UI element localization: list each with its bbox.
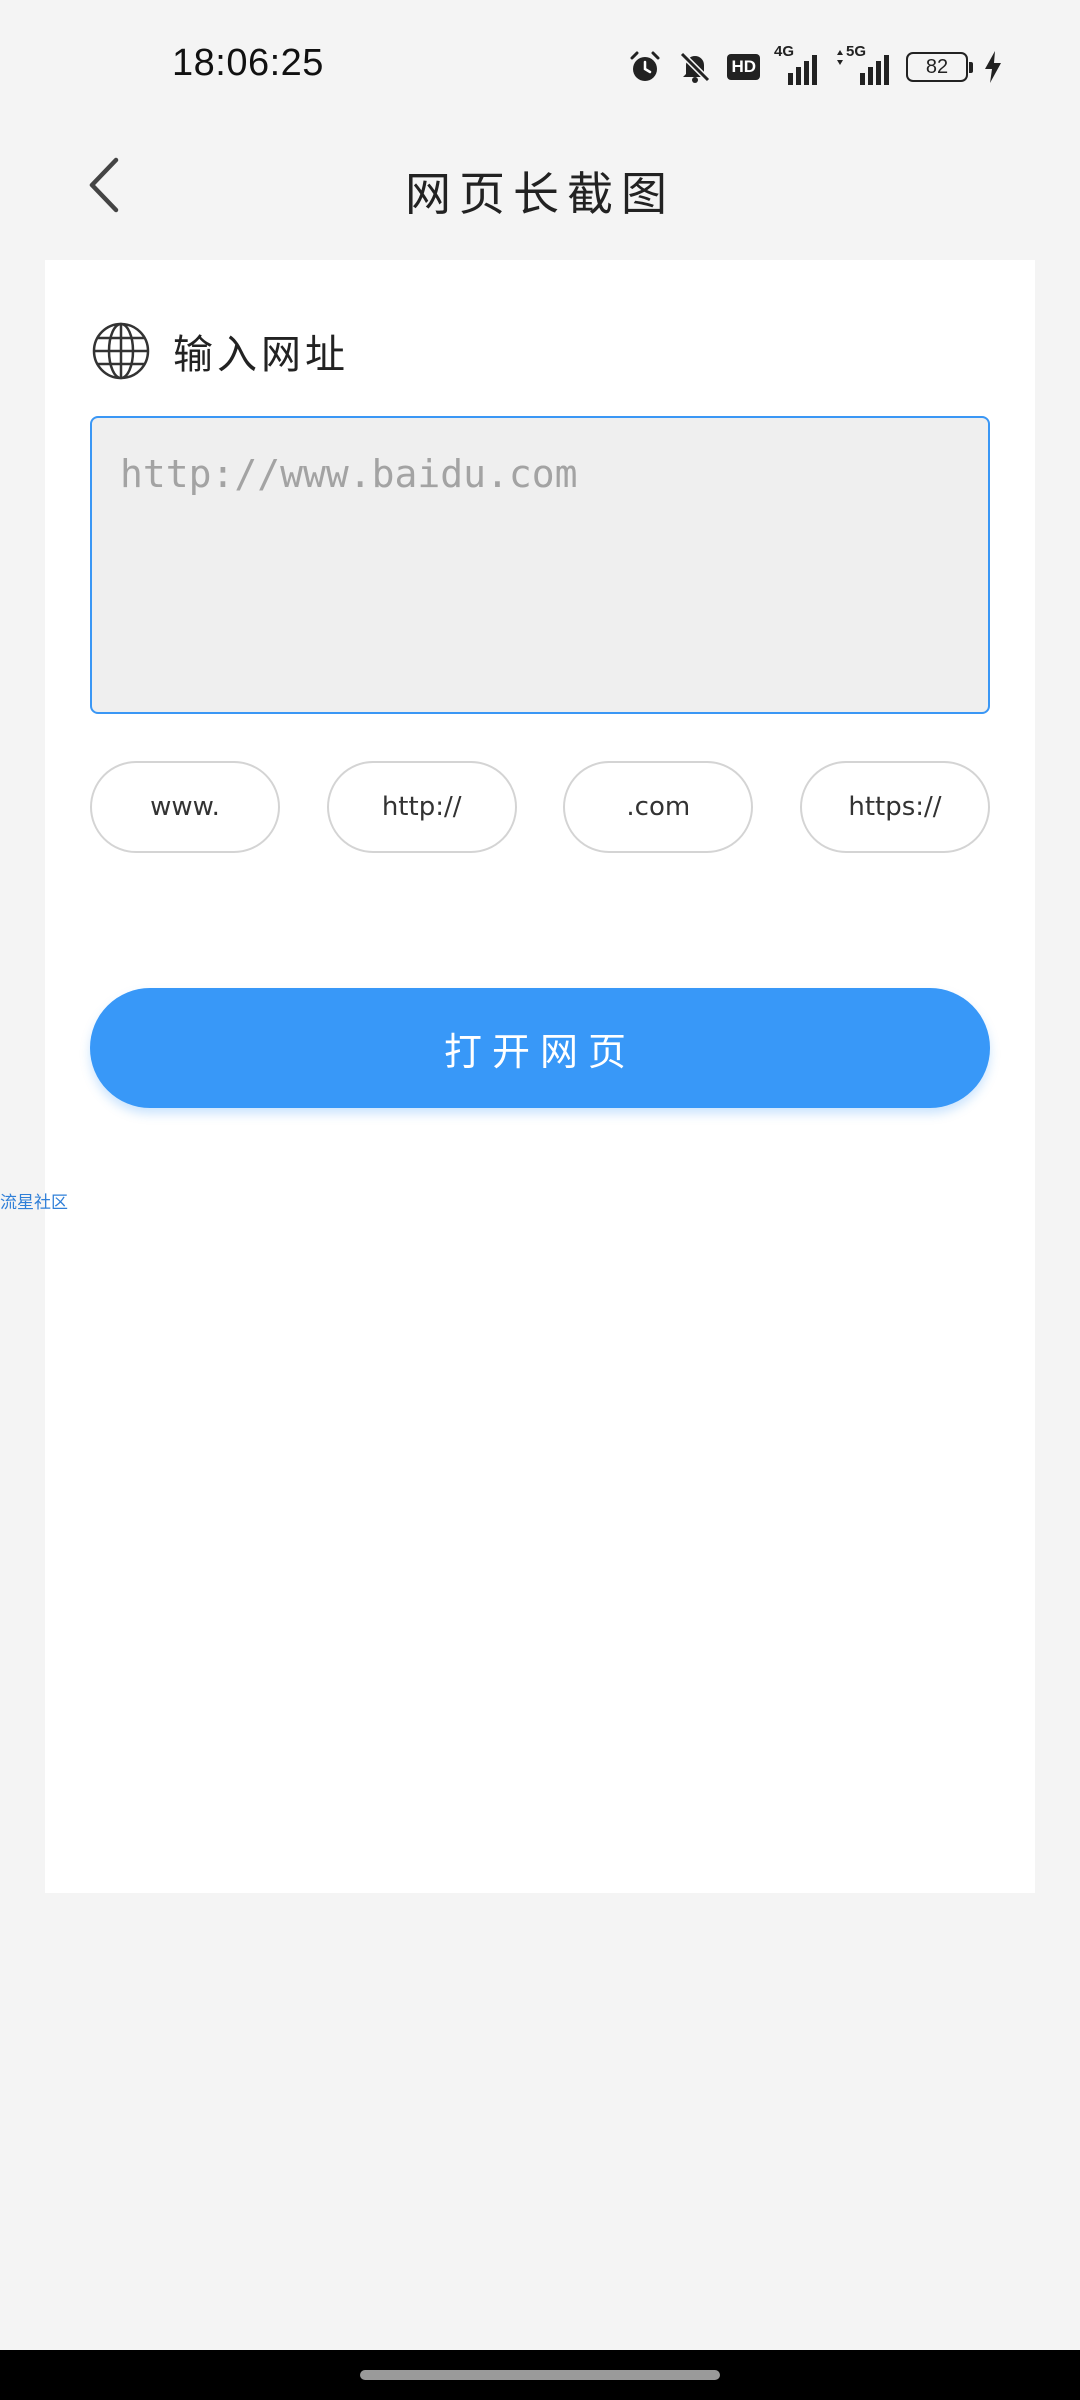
- url-input[interactable]: [90, 416, 990, 714]
- navigation-bar: [0, 2350, 1080, 2400]
- chip-https[interactable]: https://: [799, 761, 990, 853]
- status-icons: HD 4G 5G 82: [627, 43, 1004, 90]
- 4g-label: 4G: [774, 43, 795, 60]
- battery-level: 82: [906, 52, 973, 82]
- chip-com[interactable]: .com: [563, 761, 754, 853]
- mute-bell-icon: [677, 49, 713, 85]
- url-label: 输入网址: [173, 332, 349, 378]
- home-indicator[interactable]: [360, 2370, 720, 2380]
- battery-icon: 82: [906, 52, 973, 82]
- alarm-icon: [627, 49, 663, 85]
- watermark: 流星社区: [0, 1193, 68, 1213]
- app-header: 网页长截图: [0, 130, 1080, 240]
- globe-icon: [92, 322, 150, 380]
- prefix-chips: www. http:// .com https://: [90, 761, 990, 853]
- hd-label: HD: [727, 54, 760, 80]
- open-webpage-button[interactable]: 打开网页: [90, 988, 990, 1108]
- 4g-signal-icon: 4G: [774, 43, 820, 87]
- chip-www[interactable]: www.: [90, 761, 280, 853]
- 5g-signal-icon: 5G: [834, 43, 892, 87]
- 5g-label: 5G: [846, 43, 867, 60]
- status-time: 18:06:25: [172, 42, 324, 84]
- page-title: 网页长截图: [405, 167, 675, 221]
- charging-bolt-icon: [982, 49, 1004, 85]
- chip-http[interactable]: http://: [326, 761, 517, 853]
- url-card: 输入网址 www. http:// .com https:// 打开网页: [45, 260, 1035, 1893]
- status-bar: 18:06:25 HD 4G 5G 82: [0, 0, 1080, 130]
- hd-voice-icon: HD: [727, 54, 760, 80]
- url-label-row: 输入网址: [91, 318, 349, 384]
